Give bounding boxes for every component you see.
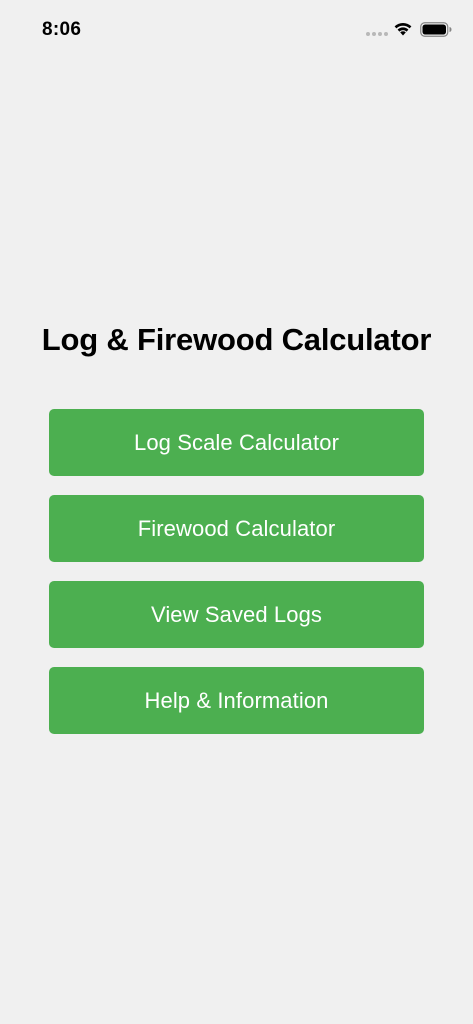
firewood-calculator-button[interactable]: Firewood Calculator xyxy=(49,495,424,562)
log-scale-calculator-button[interactable]: Log Scale Calculator xyxy=(49,409,424,476)
status-bar: 8:06 xyxy=(0,0,473,60)
status-time: 8:06 xyxy=(42,19,82,40)
page-title: Log & Firewood Calculator xyxy=(41,322,432,357)
main-menu: Log Scale Calculator Firewood Calculator… xyxy=(49,409,424,753)
view-saved-logs-button[interactable]: View Saved Logs xyxy=(49,581,424,648)
help-information-button[interactable]: Help & Information xyxy=(49,667,424,734)
wifi-icon xyxy=(394,22,412,36)
battery-icon xyxy=(420,22,452,37)
signal-dots-icon xyxy=(366,32,388,38)
